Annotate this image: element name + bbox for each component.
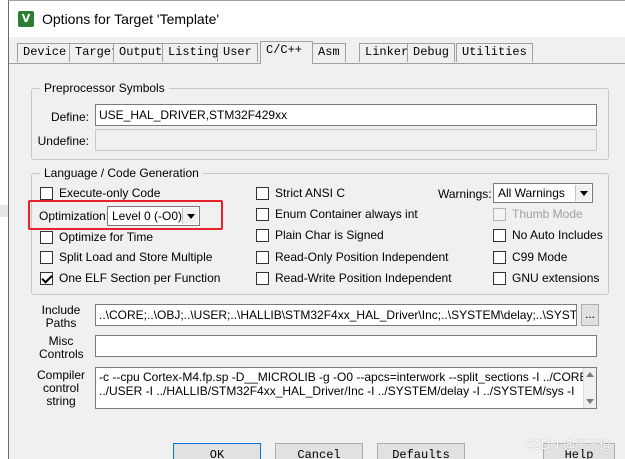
c99-mode-checkbox[interactable]: C99 Mode — [493, 249, 567, 265]
compiler-string-scrollbar[interactable] — [583, 368, 596, 408]
define-label: Define: — [50, 110, 89, 124]
checkbox-box-checked — [40, 271, 53, 285]
misc-controls-input[interactable] — [95, 335, 597, 357]
checkbox-box — [40, 186, 53, 200]
checkbox-box — [256, 228, 269, 242]
checkbox-box — [493, 250, 506, 264]
checkbox-box — [256, 271, 269, 285]
tab-user[interactable]: User — [217, 43, 258, 62]
compiler-string-label-line3: string — [46, 394, 76, 408]
include-paths-input[interactable]: ..\CORE;..\OBJ;..\USER;..\HALLIB\STM32F4… — [95, 304, 577, 326]
checkbox-box — [493, 271, 506, 285]
checkbox-box — [40, 230, 53, 244]
include-paths-label: Include Paths — [39, 304, 83, 330]
gnu-extensions-label: GNU extensions — [512, 271, 600, 285]
split-load-store-checkbox[interactable]: Split Load and Store Multiple — [40, 249, 212, 265]
readwrite-pi-label: Read-Write Position Independent — [275, 271, 452, 285]
tab-linker[interactable]: Linker — [359, 43, 415, 62]
checkbox-box — [256, 250, 269, 264]
tab-strip: Device Target Output Listing User C/C++ … — [9, 41, 625, 64]
no-auto-includes-checkbox[interactable]: No Auto Includes — [493, 227, 603, 243]
tab-device[interactable]: Device — [17, 43, 73, 62]
no-auto-includes-label: No Auto Includes — [512, 228, 603, 242]
undefine-input[interactable] — [95, 129, 597, 151]
thumb-mode-checkbox: Thumb Mode — [493, 206, 583, 222]
preprocessor-group-title: Preprocessor Symbols — [40, 81, 169, 95]
title-bar[interactable]: V Options for Target 'Template' — [9, 1, 625, 37]
plain-char-signed-label: Plain Char is Signed — [275, 228, 384, 242]
include-paths-browse-button[interactable]: ... — [581, 304, 599, 326]
compiler-string-label: Compiler control string — [37, 369, 85, 408]
scroll-down-icon[interactable] — [586, 399, 594, 404]
misc-controls-label: Misc Controls — [39, 335, 84, 361]
optimization-annotation-box — [28, 200, 223, 230]
readonly-pi-checkbox[interactable]: Read-Only Position Independent — [256, 249, 448, 265]
tab-c-cpp[interactable]: C/C++ — [260, 41, 313, 64]
warnings-label: Warnings: — [438, 187, 492, 201]
scroll-up-icon[interactable] — [586, 372, 594, 377]
optimize-time-label: Optimize for Time — [59, 230, 154, 244]
include-paths-label-line2: Paths — [45, 316, 77, 330]
compiler-string-textarea[interactable]: -c --cpu Cortex-M4.fp.sp -D__MICROLIB -g… — [95, 367, 597, 409]
readonly-pi-label: Read-Only Position Independent — [275, 250, 449, 264]
gnu-extensions-checkbox[interactable]: GNU extensions — [493, 270, 599, 286]
plain-char-signed-checkbox[interactable]: Plain Char is Signed — [256, 227, 384, 243]
execute-only-checkbox[interactable]: Execute-only Code — [40, 185, 160, 201]
checkbox-box — [493, 228, 506, 242]
ok-button[interactable]: OK — [173, 443, 261, 459]
tab-debug[interactable]: Debug — [407, 43, 456, 62]
one-elf-section-label: One ELF Section per Function — [59, 271, 221, 285]
tab-listing[interactable]: Listing — [162, 43, 225, 62]
warnings-value: All Warnings — [498, 186, 565, 200]
undefine-label: Undefine: — [37, 134, 89, 148]
chevron-down-icon[interactable] — [575, 185, 591, 201]
watermark: CSDN @于于道 — [524, 438, 611, 452]
tab-asm[interactable]: Asm — [312, 43, 346, 62]
tab-divider — [9, 63, 625, 64]
enum-container-checkbox[interactable]: Enum Container always int — [256, 206, 418, 222]
cancel-button[interactable]: Cancel — [275, 443, 363, 459]
strict-ansi-checkbox[interactable]: Strict ANSI C — [256, 185, 345, 201]
readwrite-pi-checkbox[interactable]: Read-Write Position Independent — [256, 270, 452, 286]
window-title: Options for Target 'Template' — [42, 11, 220, 27]
checkbox-box — [256, 207, 269, 221]
compiler-string-line2: ../USER -I ../HALLIB/STM32F4xx_HAL_Drive… — [99, 384, 575, 398]
misc-controls-label-line2: Controls — [39, 347, 84, 361]
optimize-time-checkbox[interactable]: Optimize for Time — [40, 229, 153, 245]
thumb-mode-label: Thumb Mode — [512, 207, 583, 221]
split-load-store-label: Split Load and Store Multiple — [59, 250, 213, 264]
defaults-button[interactable]: Defaults — [377, 443, 465, 459]
strict-ansi-label: Strict ANSI C — [275, 186, 346, 200]
checkbox-box — [493, 207, 506, 221]
define-input[interactable]: USE_HAL_DRIVER,STM32F429xx — [95, 104, 597, 126]
one-elf-section-checkbox[interactable]: One ELF Section per Function — [40, 270, 220, 286]
checkbox-box — [256, 186, 269, 200]
c99-mode-label: C99 Mode — [512, 250, 568, 264]
warnings-select[interactable]: All Warnings — [493, 183, 593, 203]
language-group-title: Language / Code Generation — [40, 166, 203, 180]
tab-utilities[interactable]: Utilities — [456, 43, 533, 62]
tab-output[interactable]: Output — [113, 43, 169, 62]
compiler-string-line1: -c --cpu Cortex-M4.fp.sp -D__MICROLIB -g… — [99, 370, 583, 384]
checkbox-box — [40, 250, 53, 264]
execute-only-label: Execute-only Code — [59, 186, 161, 200]
options-dialog: V Options for Target 'Template' Device T… — [8, 0, 625, 459]
enum-container-label: Enum Container always int — [275, 207, 418, 221]
keil-uvision-icon: V — [18, 11, 34, 27]
